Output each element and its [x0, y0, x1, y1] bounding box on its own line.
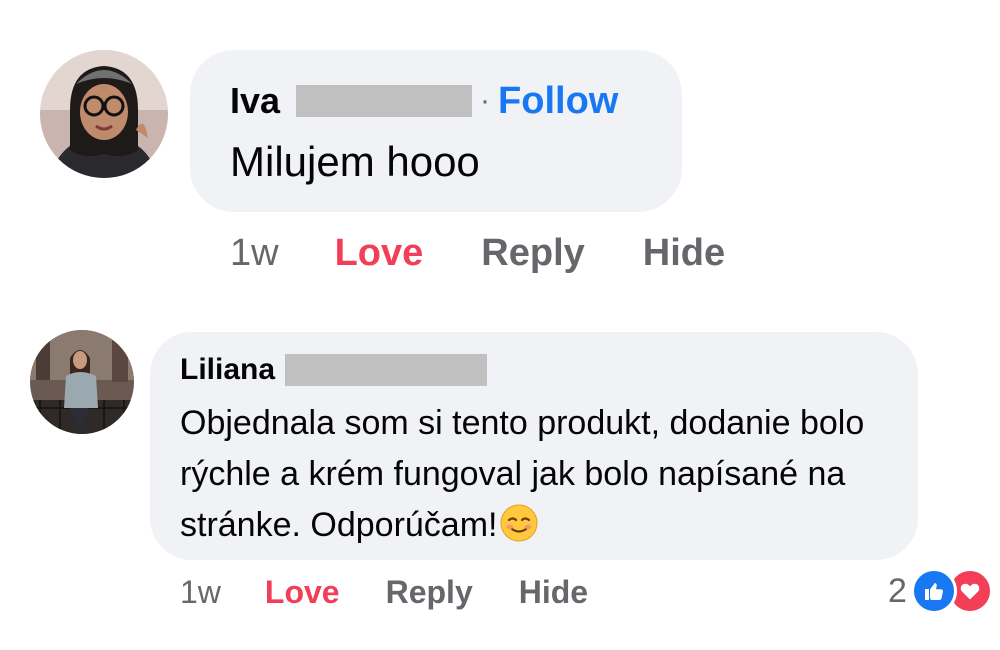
- love-button[interactable]: Love: [265, 574, 340, 611]
- reactions-summary[interactable]: 2: [888, 566, 993, 616]
- hide-button[interactable]: Hide: [519, 574, 588, 611]
- author-name[interactable]: Iva: [230, 80, 280, 122]
- separator-dot: ·: [480, 84, 491, 117]
- comment-bubble: Iva · Follow Milujem hooo: [190, 50, 682, 212]
- hide-button[interactable]: Hide: [643, 232, 725, 275]
- love-button[interactable]: Love: [335, 232, 424, 275]
- comment-text: Objednala som si tento produkt, dodanie …: [180, 398, 900, 551]
- avatar[interactable]: [40, 50, 168, 178]
- comment-timestamp[interactable]: 1w: [230, 232, 279, 275]
- comment-bubble: Liliana Objednala som si tento produkt, …: [150, 332, 918, 560]
- reply-button[interactable]: Reply: [386, 574, 473, 611]
- comment-header: Liliana: [180, 352, 488, 388]
- reply-button[interactable]: Reply: [481, 232, 584, 275]
- author-name[interactable]: Liliana: [180, 353, 275, 387]
- redacted-surname: [285, 354, 488, 386]
- comment-actions: 1w Love Reply Hide: [230, 232, 725, 275]
- avatar[interactable]: [30, 330, 134, 434]
- comment-text: Milujem hooo: [230, 138, 480, 185]
- follow-button[interactable]: Follow: [498, 80, 618, 123]
- redacted-surname: [296, 85, 473, 117]
- comment-actions: 1w Love Reply Hide: [180, 574, 588, 611]
- comment-timestamp[interactable]: 1w: [180, 574, 221, 611]
- reaction-count: 2: [888, 571, 907, 610]
- comment-header: Iva · Follow: [230, 80, 618, 122]
- like-icon: [910, 568, 957, 614]
- relieved-smile-emoji-icon: [499, 503, 539, 543]
